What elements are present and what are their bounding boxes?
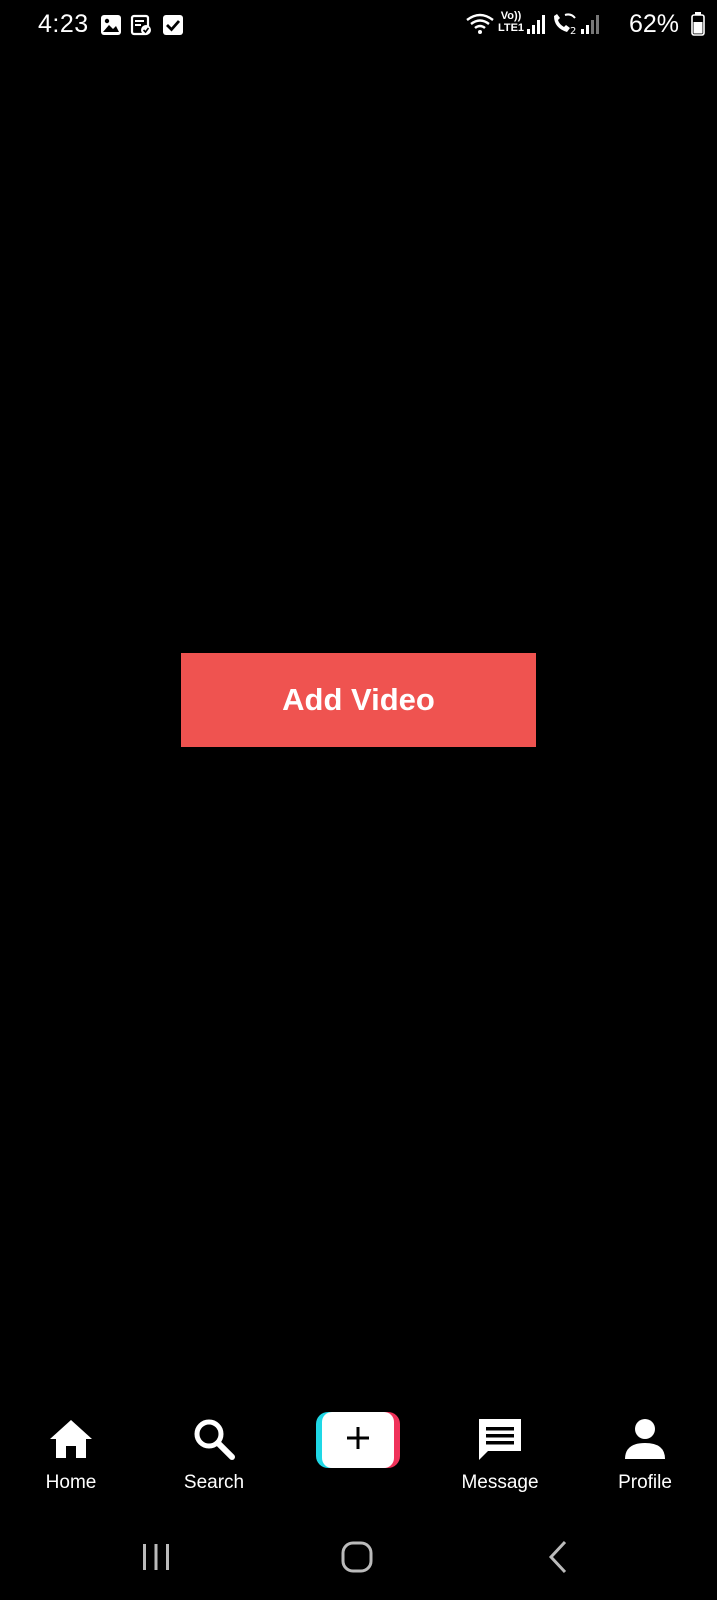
nav-profile-label: Profile (618, 1472, 672, 1493)
battery-percent: 62% (628, 10, 679, 38)
home-button-icon[interactable] (327, 1532, 387, 1582)
network-label-top: Vo)) (500, 10, 522, 22)
gallery-icon (100, 14, 122, 36)
nav-search[interactable]: Search (154, 1400, 274, 1500)
battery-icon (691, 12, 705, 41)
nav-home[interactable]: Home (11, 1400, 131, 1500)
svg-text:2: 2 (570, 26, 576, 36)
search-icon (189, 1414, 239, 1464)
home-icon (46, 1414, 96, 1464)
plus-icon (346, 1426, 370, 1455)
recent-apps-icon[interactable] (126, 1532, 186, 1582)
nav-profile[interactable]: Profile (585, 1400, 705, 1500)
message-icon (475, 1414, 525, 1464)
nav-home-label: Home (45, 1472, 97, 1493)
back-icon[interactable] (528, 1532, 588, 1582)
nav-message[interactable]: Message (440, 1400, 560, 1500)
status-right-group: Vo)) LTE1 2 62% (465, 10, 705, 40)
clipboard-check-icon (130, 14, 152, 36)
create-button-face (322, 1412, 394, 1468)
wifi-calling-icon: 2 (551, 12, 579, 41)
nav-search-label: Search (183, 1472, 245, 1493)
screen: 4:23 Vo)) LTE1 2 62% Add Video Home Sear… (0, 0, 717, 1600)
status-time: 4:23 (38, 10, 89, 38)
network-type-label: Vo)) LTE1 (497, 10, 525, 34)
signal-icon (527, 14, 545, 39)
nav-message-label: Message (461, 1472, 539, 1493)
add-video-button[interactable]: Add Video (181, 653, 536, 747)
status-bar: 4:23 Vo)) LTE1 2 62% (0, 0, 717, 52)
wifi-icon (465, 12, 495, 41)
system-nav (0, 1520, 717, 1600)
signal-icon (581, 14, 599, 39)
network-label-bottom: LTE1 (497, 22, 525, 34)
checkbox-icon (162, 14, 184, 36)
create-button[interactable] (316, 1412, 400, 1468)
profile-icon (620, 1414, 670, 1464)
